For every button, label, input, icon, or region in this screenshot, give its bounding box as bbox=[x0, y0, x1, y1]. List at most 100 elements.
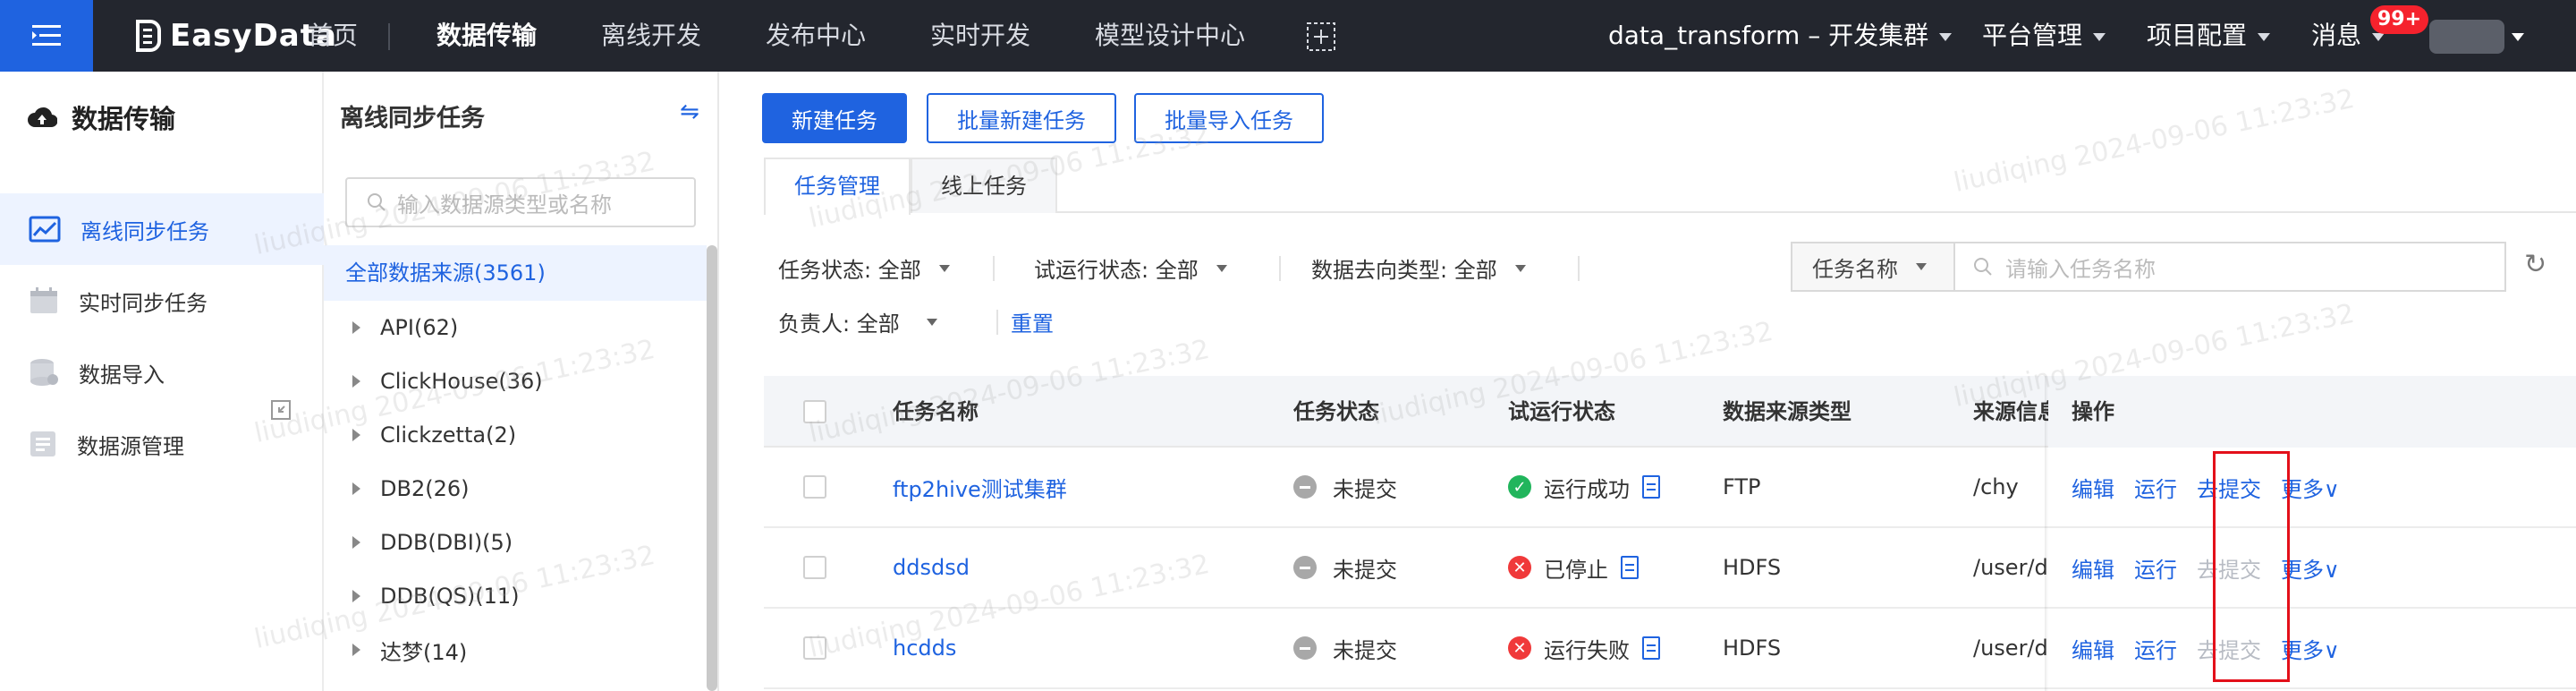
collapse-sidebar-icon[interactable] bbox=[270, 399, 292, 424]
chevron-down-icon bbox=[2512, 32, 2524, 41]
sidebar-item-realtime-sync[interactable]: 实时同步任务 bbox=[0, 265, 324, 337]
sidebar-item-data-import[interactable]: 数据导入 bbox=[0, 337, 324, 408]
user-avatar[interactable] bbox=[2429, 20, 2504, 54]
nav-offline-dev[interactable]: 离线开发 bbox=[601, 0, 701, 72]
owner-filter[interactable]: 负责人: 全部 bbox=[778, 306, 937, 337]
nav-model-design[interactable]: 模型设计中心 bbox=[1095, 0, 1245, 72]
search-icon bbox=[368, 193, 386, 211]
caret-right-icon[interactable] bbox=[352, 429, 360, 441]
tree-node[interactable]: 达梦(14) bbox=[352, 623, 467, 677]
run-link[interactable]: 运行 bbox=[2134, 552, 2177, 584]
fixed-column-shadow bbox=[2045, 376, 2048, 691]
sidebar-item-label: 实时同步任务 bbox=[79, 290, 208, 316]
batch-new-task-button[interactable]: 批量新建任务 bbox=[927, 93, 1116, 143]
caret-right-icon[interactable] bbox=[352, 536, 360, 549]
trial-status: ✕ 已停止 bbox=[1508, 528, 1639, 607]
tree-node[interactable]: DDB(QS)(11) bbox=[352, 569, 520, 623]
messages-label: 消息 bbox=[2311, 21, 2362, 50]
refresh-icon[interactable]: ↻ bbox=[2524, 249, 2546, 280]
add-tab-icon[interactable] bbox=[1306, 21, 1336, 52]
nav-data-transfer[interactable]: 数据传输 bbox=[436, 0, 537, 72]
tab-online-tasks[interactable]: 线上任务 bbox=[911, 158, 1057, 213]
caret-right-icon[interactable] bbox=[352, 375, 360, 388]
search-placeholder: 请输入任务名称 bbox=[2005, 256, 2156, 282]
tree-node[interactable]: ClickHouse(36) bbox=[352, 354, 543, 408]
chevron-down-icon bbox=[938, 264, 950, 272]
tree-node-label: API(62) bbox=[380, 315, 459, 340]
tree-node-label: DB2(26) bbox=[380, 476, 470, 501]
task-name-search-input[interactable]: 请输入任务名称 bbox=[1953, 242, 2506, 292]
caret-right-icon[interactable] bbox=[352, 321, 360, 334]
datasource-search-input[interactable]: 输入数据源类型或名称 bbox=[345, 177, 696, 227]
edit-link[interactable]: 编辑 bbox=[2072, 472, 2114, 503]
tree-node-label: ClickHouse(36) bbox=[380, 369, 543, 394]
log-document-icon[interactable] bbox=[1621, 556, 1639, 579]
chevron-down-icon bbox=[1216, 264, 1227, 272]
task-name-link[interactable]: hcdds bbox=[893, 609, 956, 687]
nav-home[interactable]: 首页 bbox=[308, 0, 358, 72]
calendar-icon bbox=[30, 287, 57, 313]
status-text: 未提交 bbox=[1333, 476, 1397, 502]
logo-icon bbox=[136, 20, 161, 52]
caret-right-icon[interactable] bbox=[352, 482, 360, 495]
nav-realtime-dev[interactable]: 实时开发 bbox=[930, 0, 1030, 72]
task-status: 未提交 bbox=[1293, 528, 1397, 607]
top-navigation-bar: EasyData 首页 数据传输 离线开发 发布中心 实时开发 模型设计中心 d… bbox=[0, 0, 2576, 72]
source-type: HDFS bbox=[1723, 555, 1782, 580]
menu-icon[interactable] bbox=[0, 0, 93, 72]
select-all-checkbox[interactable] bbox=[803, 400, 826, 423]
task-name-link[interactable]: ddsdsd bbox=[893, 528, 970, 607]
filter-divider bbox=[1279, 256, 1281, 281]
task-name-link[interactable]: ftp2hive测试集群 bbox=[893, 448, 1067, 526]
platform-menu[interactable]: 平台管理 bbox=[1982, 0, 2106, 72]
task-status: 未提交 bbox=[1293, 609, 1397, 687]
new-task-button[interactable]: 新建任务 bbox=[762, 93, 907, 143]
caret-right-icon[interactable] bbox=[352, 644, 360, 656]
cluster-label: data_transform – 开发集群 bbox=[1608, 21, 1929, 50]
tree-node-label: 达梦(14) bbox=[380, 639, 468, 665]
tree-node[interactable]: DB2(26) bbox=[352, 462, 469, 516]
run-link[interactable]: 运行 bbox=[2134, 472, 2177, 503]
dest-type-filter[interactable]: 数据去向类型: 全部 bbox=[1311, 252, 1526, 284]
row-checkbox[interactable] bbox=[803, 636, 826, 660]
source-type: HDFS bbox=[1723, 636, 1782, 661]
status-text: 未提交 bbox=[1333, 637, 1397, 663]
sidebar-item-offline-sync[interactable]: 离线同步任务 bbox=[0, 193, 324, 265]
cluster-selector[interactable]: data_transform – 开发集群 bbox=[1608, 0, 1953, 72]
table-row: ftp2hive测试集群 未提交 ✓ 运行成功 FTP /chy 编辑 运行 去提… bbox=[764, 448, 2576, 528]
log-document-icon[interactable] bbox=[1642, 636, 1660, 660]
trial-status-filter[interactable]: 试运行状态: 全部 bbox=[1034, 252, 1227, 284]
caret-right-icon[interactable] bbox=[352, 590, 360, 602]
header-task-status: 任务状态 bbox=[1293, 399, 1379, 424]
brand-logo[interactable]: EasyData bbox=[134, 14, 337, 57]
tree-node[interactable]: Clickzetta(2) bbox=[352, 408, 516, 462]
log-document-icon[interactable] bbox=[1642, 475, 1660, 499]
tree-panel-title: 离线同步任务 bbox=[340, 105, 485, 132]
reset-link[interactable]: 重置 bbox=[1011, 306, 1054, 337]
row-checkbox[interactable] bbox=[803, 556, 826, 579]
row-checkbox[interactable] bbox=[803, 475, 826, 499]
chevron-down-icon bbox=[2093, 32, 2106, 41]
tree-all-sources[interactable]: 全部数据来源(3561) bbox=[324, 245, 707, 301]
tree-node[interactable]: DDB(DBI)(5) bbox=[352, 516, 513, 569]
search-icon bbox=[1974, 258, 1992, 276]
chevron-down-icon bbox=[1514, 264, 1526, 272]
run-link[interactable]: 运行 bbox=[2134, 633, 2177, 664]
swap-icon[interactable]: ⇋ bbox=[680, 98, 699, 125]
edit-link[interactable]: 编辑 bbox=[2072, 633, 2114, 664]
task-status-filter[interactable]: 任务状态: 全部 bbox=[778, 252, 950, 284]
tree-scrollbar[interactable] bbox=[707, 245, 717, 691]
edit-link[interactable]: 编辑 bbox=[2072, 552, 2114, 584]
batch-import-task-button[interactable]: 批量导入任务 bbox=[1134, 93, 1324, 143]
filter-divider bbox=[996, 310, 998, 335]
module-title: 数据传输 bbox=[27, 98, 175, 136]
tab-task-management[interactable]: 任务管理 bbox=[764, 158, 911, 215]
project-menu[interactable]: 项目配置 bbox=[2147, 0, 2271, 72]
tree-node[interactable]: API(62) bbox=[352, 301, 458, 354]
status-pending-icon bbox=[1293, 636, 1317, 660]
main-content: 新建任务 批量新建任务 批量导入任务 任务管理 线上任务 任务状态: 全部 试运… bbox=[719, 72, 2576, 691]
nav-publish-center[interactable]: 发布中心 bbox=[766, 0, 866, 72]
filter-label: 试运行状态: 全部 bbox=[1034, 258, 1199, 283]
user-menu-toggle[interactable] bbox=[2512, 0, 2524, 72]
search-field-select[interactable]: 任务名称 bbox=[1791, 242, 1953, 292]
